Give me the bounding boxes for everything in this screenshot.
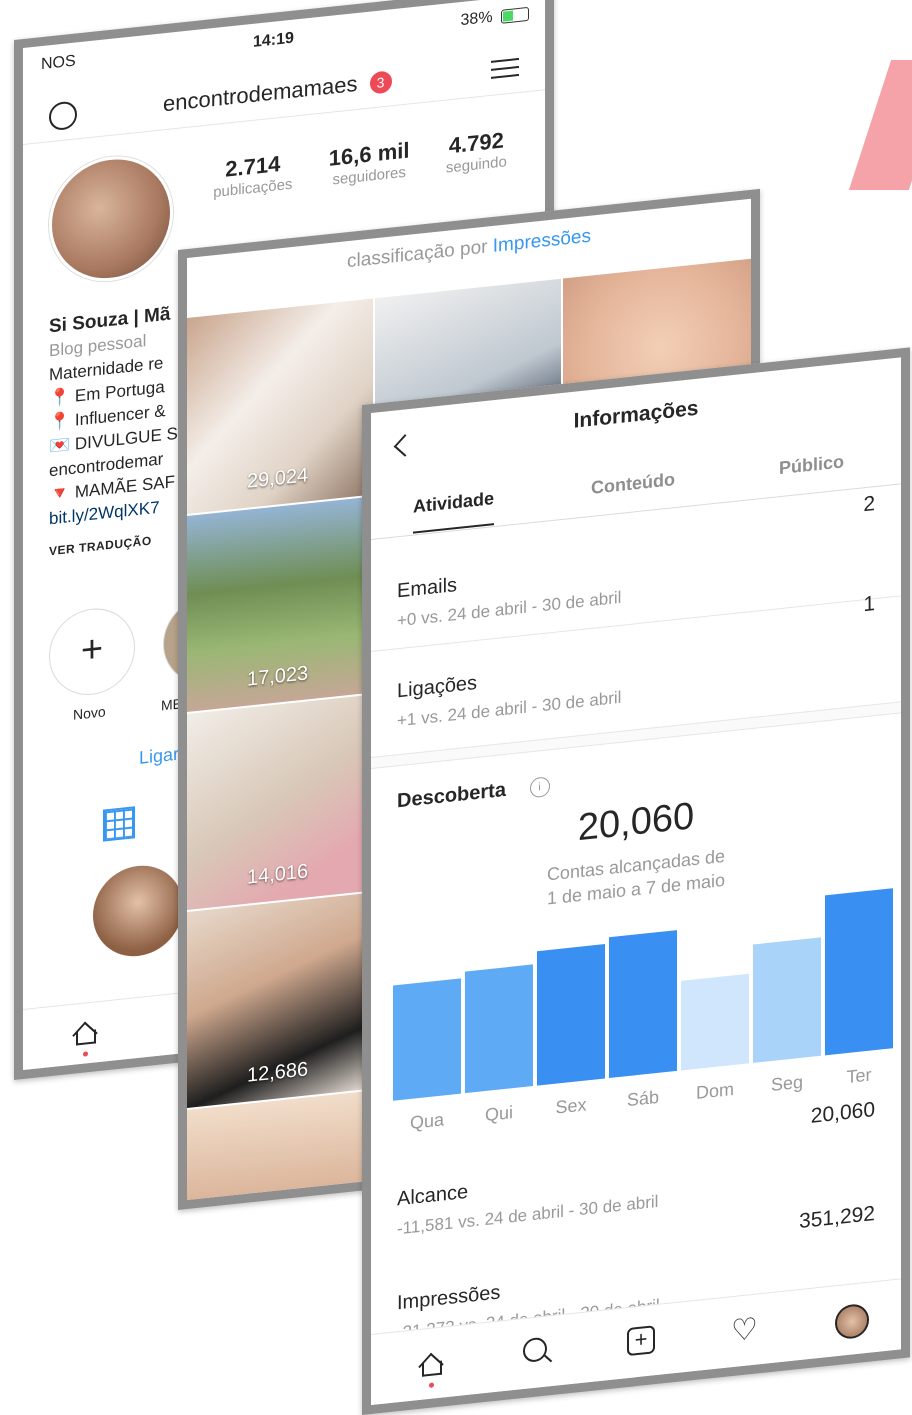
chart-bar-seg[interactable] bbox=[753, 937, 821, 1063]
discovery-title: Descoberta i bbox=[397, 774, 550, 813]
stat-posts[interactable]: 2.714 publicações bbox=[213, 150, 292, 201]
tab-content[interactable]: Conteúdo bbox=[591, 469, 675, 499]
search-icon[interactable] bbox=[523, 1336, 547, 1364]
tab-audience[interactable]: Público bbox=[779, 451, 844, 479]
battery-icon bbox=[501, 6, 529, 24]
chart-bar-sáb[interactable] bbox=[609, 930, 677, 1079]
chart-tick-label: Sex bbox=[556, 1094, 587, 1117]
emails-value: 2 bbox=[863, 492, 875, 517]
tab-activity[interactable]: Atividade bbox=[413, 488, 495, 534]
chart-bar-qua[interactable] bbox=[393, 978, 461, 1101]
heart-icon[interactable]: ♡ bbox=[731, 1312, 761, 1348]
profile-bio: Si Souza | Mã Blog pessoal Maternidade r… bbox=[49, 300, 199, 564]
decorative-accent bbox=[848, 60, 912, 190]
home-icon[interactable] bbox=[73, 1020, 97, 1045]
menu-icon[interactable] bbox=[491, 52, 519, 85]
tile-count: 12,686 bbox=[247, 1058, 309, 1087]
impressions-value: 351,292 bbox=[799, 1202, 875, 1234]
notification-badge: 3 bbox=[369, 70, 392, 95]
tile-count: 14,016 bbox=[247, 860, 309, 889]
carrier-label: NOS bbox=[41, 52, 76, 74]
chart-tick-label: Qua bbox=[410, 1109, 445, 1133]
tile-count: 29,024 bbox=[247, 464, 309, 493]
post-tile[interactable] bbox=[187, 1090, 373, 1210]
post-tile[interactable]: 17,023 bbox=[187, 496, 373, 713]
grid-icon[interactable] bbox=[103, 806, 135, 842]
translate-link[interactable]: VER TRADUÇÃO bbox=[49, 524, 199, 564]
stat-followers[interactable]: 16,6 mil seguidores bbox=[329, 137, 410, 188]
post-tile[interactable]: 14,016 bbox=[187, 694, 373, 911]
sort-prefix: classificação por bbox=[347, 236, 488, 273]
emails-row[interactable]: 2 Emails +0 vs. 24 de abril - 30 de abri… bbox=[397, 492, 875, 631]
chart-tick-label: Sáb bbox=[627, 1087, 659, 1110]
stat-following[interactable]: 4.792 seguindo bbox=[446, 127, 507, 177]
battery-status: 38% bbox=[461, 5, 529, 30]
profile-handle[interactable]: encontrodemamaes 3 bbox=[163, 67, 392, 117]
post-tile[interactable]: 29,024 bbox=[187, 298, 373, 515]
chart-tick-label: Qui bbox=[485, 1102, 513, 1125]
new-highlight-label: Novo bbox=[73, 703, 106, 723]
insights-phone: Informações Atividade Conteúdo Público 2… bbox=[362, 347, 910, 1415]
activity-dot bbox=[83, 1051, 88, 1057]
handle-text: encontrodemamaes bbox=[163, 70, 358, 117]
calls-value: 1 bbox=[863, 592, 875, 617]
post-thumbnail[interactable] bbox=[93, 861, 183, 961]
profile-avatar[interactable] bbox=[49, 150, 173, 288]
call-button[interactable]: Ligar bbox=[139, 744, 179, 769]
new-highlight-button[interactable]: + bbox=[49, 604, 135, 700]
history-icon[interactable] bbox=[49, 100, 77, 132]
discovery-label: Descoberta bbox=[397, 778, 506, 813]
info-icon[interactable]: i bbox=[529, 776, 550, 799]
add-post-icon[interactable]: + bbox=[627, 1325, 655, 1357]
clock: 14:19 bbox=[253, 29, 294, 51]
chart-bar-ter[interactable] bbox=[825, 888, 893, 1056]
chart-tick-label: Dom bbox=[696, 1079, 734, 1103]
battery-percent: 38% bbox=[460, 8, 493, 30]
chart-bar-qui[interactable] bbox=[465, 964, 533, 1094]
activity-dot bbox=[429, 1382, 434, 1388]
profile-stats: 2.714 publicações 16,6 mil seguidores 4.79… bbox=[195, 125, 525, 203]
sort-metric: Impressões bbox=[492, 225, 591, 257]
profile-avatar-icon[interactable] bbox=[835, 1302, 869, 1341]
chart-tick-label: Seg bbox=[771, 1072, 803, 1095]
post-tile[interactable]: 12,686 bbox=[187, 892, 373, 1109]
chart-bar-dom[interactable] bbox=[681, 973, 749, 1071]
chart-bar-sex[interactable] bbox=[537, 944, 605, 1086]
tile-count: 17,023 bbox=[247, 662, 309, 691]
home-icon[interactable] bbox=[419, 1351, 449, 1384]
chart-tick-label: Ter bbox=[847, 1064, 872, 1087]
